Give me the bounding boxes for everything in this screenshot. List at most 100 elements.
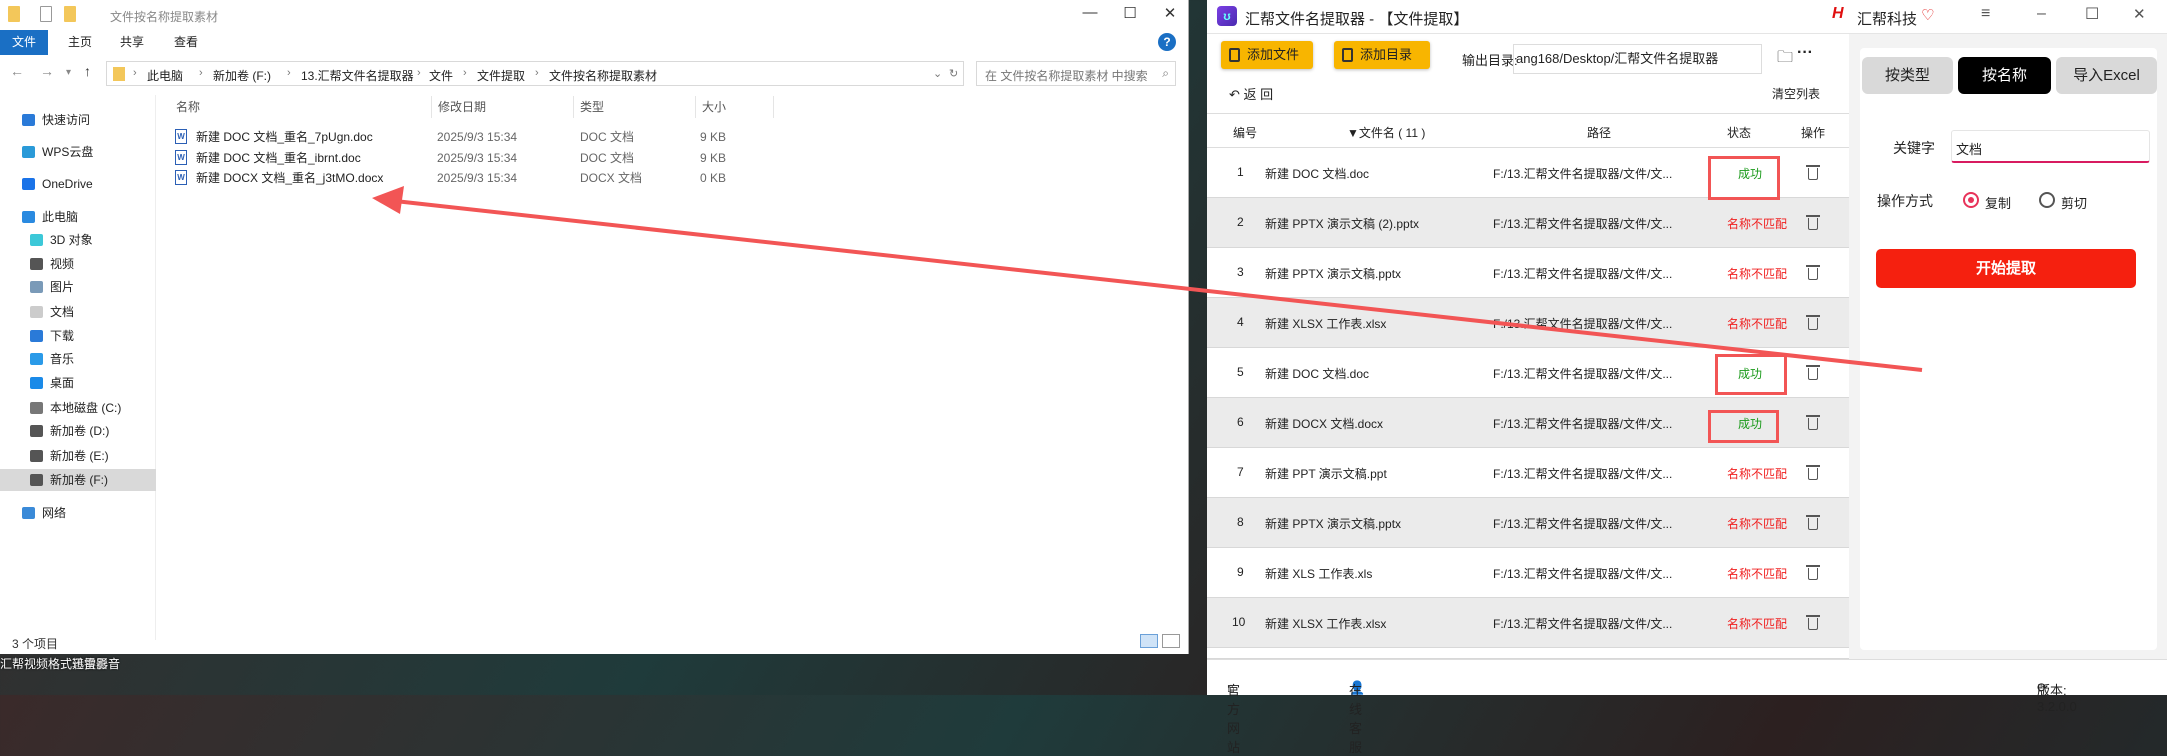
recent-dropdown-icon[interactable]: ▾	[66, 67, 71, 78]
tab-by-name[interactable]: 按名称	[1958, 57, 2051, 94]
sidebar-item-this-pc[interactable]: 此电脑	[0, 206, 156, 228]
sidebar-item-desktop[interactable]: 桌面	[0, 372, 156, 394]
header-no: 编号	[1233, 126, 1258, 140]
sidebar-item-network[interactable]: 网络	[0, 502, 156, 524]
breadcrumb-item[interactable]: 文件	[429, 67, 453, 84]
sidebar-item-label: 此电脑	[42, 210, 79, 224]
highlight-box	[1708, 156, 1780, 200]
column-header-type[interactable]: 类型	[574, 96, 696, 118]
vip-icon[interactable]: ♡	[1921, 6, 1934, 24]
sidebar-item-volume-f[interactable]: 新加卷 (F:)	[0, 469, 156, 491]
column-header-name[interactable]: 名称	[170, 96, 432, 118]
sidebar-item-label: 新加卷 (F:)	[50, 473, 108, 487]
highlight-box	[1708, 410, 1779, 443]
row-status: 名称不匹配	[1727, 317, 1788, 331]
breadcrumb-item[interactable]: 新加卷 (F:)	[213, 67, 271, 84]
app-logo-icon: ʊ	[1217, 6, 1237, 26]
sidebar-item-documents[interactable]: 文档	[0, 301, 156, 323]
breadcrumb-item[interactable]: 文件按名称提取素材	[549, 67, 657, 84]
new-folder-icon[interactable]	[64, 6, 76, 22]
radio-copy-label[interactable]: 复制	[1985, 193, 2011, 212]
file-row[interactable]: W 新建 DOCX 文档_重名_j3tMO.docx 2025/9/3 15:34 D…	[170, 168, 770, 188]
tab-file[interactable]: 文件	[0, 30, 49, 55]
sidebar-item-videos[interactable]: 视频	[0, 253, 156, 275]
sidebar-item-volume-d[interactable]: 新加卷 (D:)	[0, 420, 156, 442]
sidebar-item-music[interactable]: 音乐	[0, 348, 156, 370]
tab-import-excel[interactable]: 导入Excel	[2056, 57, 2157, 94]
trash-icon[interactable]	[1806, 515, 1820, 530]
add-file-button[interactable]: 添加文件	[1221, 41, 1313, 69]
minimize-button[interactable]: –	[2037, 5, 2046, 23]
trash-icon[interactable]	[1806, 315, 1820, 330]
file-row[interactable]: W 新建 DOC 文档_重名_ibrnt.doc 2025/9/3 15:34 DOC…	[170, 148, 770, 168]
trash-icon[interactable]	[1806, 365, 1820, 380]
trash-icon[interactable]	[1806, 565, 1820, 580]
help-icon[interactable]: ?	[1158, 33, 1176, 51]
forward-icon[interactable]: →	[40, 63, 54, 79]
add-directory-button[interactable]: 添加目录	[1334, 41, 1430, 69]
up-icon[interactable]: ↑	[84, 63, 91, 79]
large-icons-view-icon[interactable]	[1162, 634, 1180, 648]
search-input[interactable]: 在 文件按名称提取素材 中搜索 ⌕	[976, 61, 1176, 86]
radio-cut-label[interactable]: 剪切	[2061, 193, 2087, 212]
tab-share[interactable]: 共享	[108, 30, 156, 55]
breadcrumb-item[interactable]: 文件提取	[477, 67, 525, 84]
row-no: 9	[1237, 565, 1244, 579]
radio-copy[interactable]	[1963, 192, 1979, 208]
keyword-input[interactable]: 文档	[1951, 130, 2150, 163]
desktop-icon-xunlei[interactable]: 迅雷影音	[72, 655, 120, 672]
trash-icon[interactable]	[1806, 415, 1820, 430]
back-button[interactable]: ↶ 返 回	[1229, 84, 1273, 103]
trash-icon[interactable]	[1806, 215, 1820, 230]
sidebar-item-3d-objects[interactable]: 3D 对象	[0, 229, 156, 251]
row-name: 新建 XLSX 工作表.xlsx	[1265, 617, 1387, 631]
row-name: 新建 XLS 工作表.xls	[1265, 567, 1373, 581]
close-button[interactable]: ✕	[1150, 4, 1190, 26]
properties-icon[interactable]	[40, 6, 52, 22]
address-bar[interactable]: › 此电脑 › 新加卷 (F:) › 13.汇帮文件名提取器 › 文件 › 文件…	[106, 61, 964, 86]
more-icon[interactable]: ···	[1797, 44, 1813, 62]
sidebar-item-pictures[interactable]: 图片	[0, 276, 156, 298]
sidebar-item-local-disk-c[interactable]: 本地磁盘 (C:)	[0, 397, 156, 419]
start-extract-button[interactable]: 开始提取	[1876, 249, 2136, 288]
sidebar-item-label: 新加卷 (D:)	[50, 424, 110, 438]
trash-icon[interactable]	[1806, 465, 1820, 480]
tab-home[interactable]: 主页	[56, 30, 104, 55]
mode-label: 操作方式	[1877, 193, 1933, 209]
sidebar-item-quick-access[interactable]: 快速访问	[0, 109, 156, 131]
radio-cut[interactable]	[2039, 192, 2055, 208]
wps-cloud-icon	[22, 146, 35, 158]
app-title-bar: ʊ 汇帮文件名提取器 - 【文件提取】 H 汇帮科技 ♡ ≡ – ☐ ✕	[1207, 0, 2167, 34]
sidebar-item-wps-cloud[interactable]: WPS云盘	[0, 141, 156, 163]
trash-icon[interactable]	[1806, 265, 1820, 280]
column-header-date[interactable]: 修改日期	[432, 96, 574, 118]
clear-list-button[interactable]: 清空列表	[1772, 85, 1820, 102]
trash-icon[interactable]	[1806, 615, 1820, 630]
sidebar-item-volume-e[interactable]: 新加卷 (E:)	[0, 445, 156, 467]
breadcrumb-item[interactable]: 13.汇帮文件名提取器	[301, 67, 414, 84]
file-name: 新建 DOCX 文档_重名_j3tMO.docx	[196, 171, 384, 185]
tab-by-type[interactable]: 按类型	[1862, 57, 1953, 94]
maximize-button[interactable]: ☐	[1110, 4, 1150, 26]
ribbon-tabs: 文件 主页 共享 查看 ?	[0, 30, 1188, 55]
header-filename[interactable]: ▼文件名 ( 11 )	[1347, 124, 1425, 141]
output-dir-field[interactable]: ang168/Desktop/汇帮文件名提取器	[1513, 44, 1762, 74]
sidebar-item-label: OneDrive	[42, 177, 93, 191]
row-path: F:/13.汇帮文件名提取器/文件/文...	[1493, 517, 1673, 531]
file-row[interactable]: W 新建 DOC 文档_重名_7pUgn.doc 2025/9/3 15:34 DOC…	[170, 127, 770, 147]
back-icon[interactable]: ←	[10, 63, 24, 79]
maximize-button[interactable]: ☐	[2085, 4, 2099, 24]
menu-icon[interactable]: ≡	[1981, 5, 1990, 23]
sidebar-item-downloads[interactable]: 下载	[0, 325, 156, 347]
chevron-down-icon[interactable]: ⌄	[933, 67, 942, 80]
sidebar-item-onedrive[interactable]: OneDrive	[0, 173, 156, 195]
minimize-button[interactable]: —	[1070, 4, 1110, 26]
refresh-icon[interactable]: ↻	[949, 67, 958, 80]
close-button[interactable]: ✕	[2133, 5, 2146, 23]
tab-view[interactable]: 查看	[162, 30, 210, 55]
trash-icon[interactable]	[1806, 165, 1820, 180]
breadcrumb-item[interactable]: 此电脑	[147, 67, 183, 84]
folder-open-icon[interactable]: 🗀	[1777, 46, 1793, 73]
column-header-size[interactable]: 大小	[696, 96, 774, 118]
details-view-icon[interactable]	[1140, 634, 1158, 648]
